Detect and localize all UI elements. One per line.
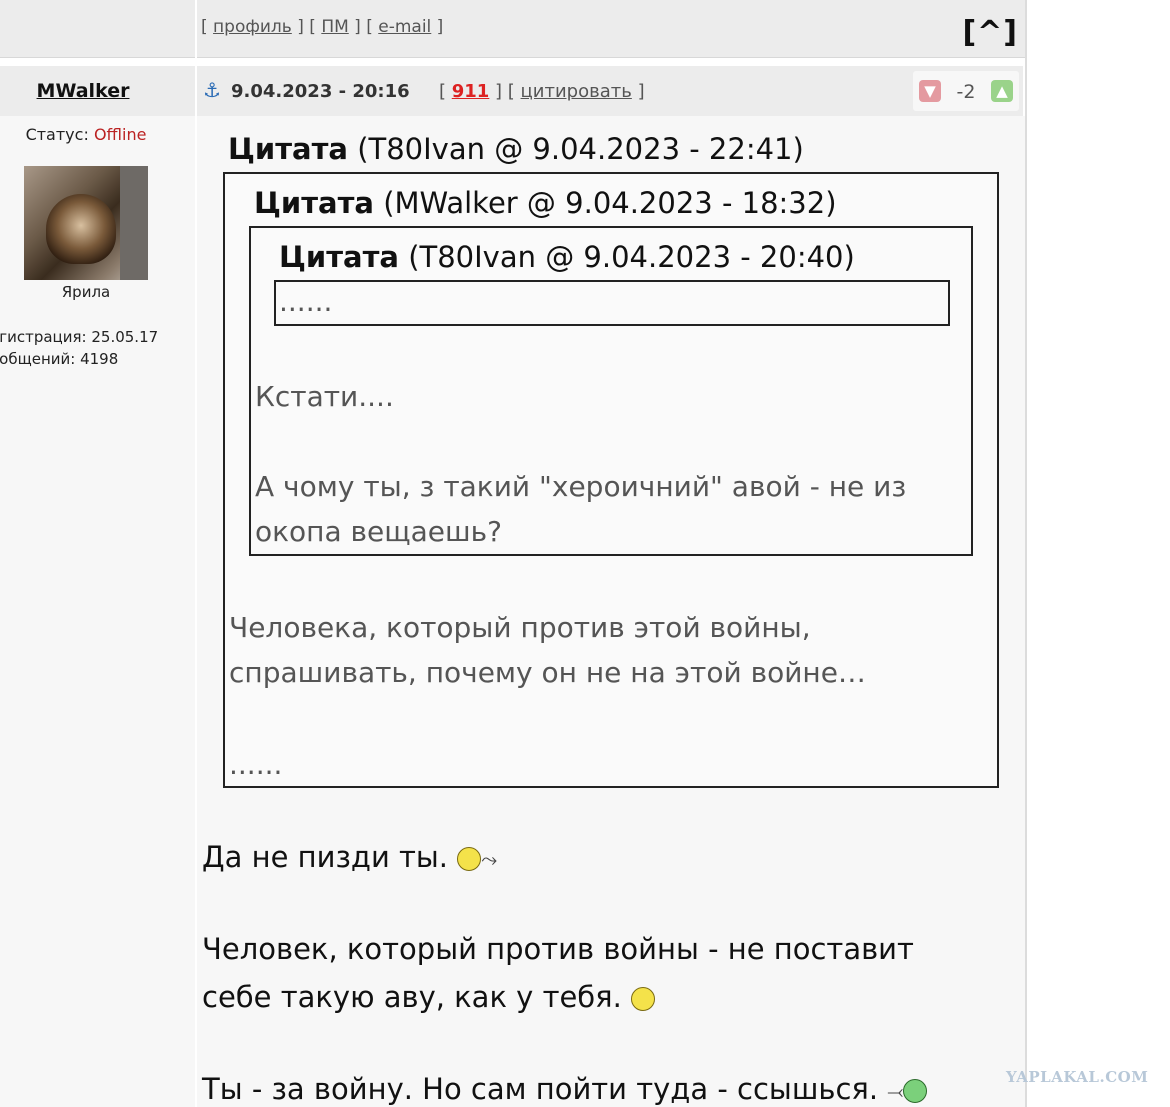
thumb-up-icon[interactable]: ▲ bbox=[991, 80, 1013, 102]
previous-post-sidebar-footer bbox=[0, 0, 195, 58]
author-status: Статус: Offline bbox=[25, 125, 147, 144]
profile-links: [ профиль ] [ ПМ ] [ e-mail ] bbox=[201, 17, 444, 37]
reply-line-1: Да не пизди ты. ⤳ bbox=[202, 840, 498, 874]
post-body: Цитата (T80Ivan @ 9.04.2023 - 22:41) Цит… bbox=[197, 116, 1025, 1107]
author-header: MWalker bbox=[0, 66, 195, 116]
scroll-to-top-button[interactable]: [^] bbox=[962, 15, 1018, 50]
page-right-border bbox=[1025, 0, 1027, 1107]
quote-box-middle: Цитата (T80Ivan @ 9.04.2023 - 20:40) ...… bbox=[249, 226, 973, 556]
quote-outer-line-3: ...... bbox=[229, 748, 283, 781]
smiley-icon bbox=[631, 987, 656, 1011]
status-offline: Offline bbox=[93, 125, 147, 144]
avatar-caption: Ярила bbox=[61, 283, 111, 301]
quote-middle-line-3: окопа вещаешь? bbox=[255, 515, 503, 548]
quote-box-outer: Цитата (MWalker @ 9.04.2023 - 18:32) Цит… bbox=[223, 172, 999, 788]
site-watermark: YAPLAKAL.COM bbox=[1006, 1068, 1149, 1086]
quote-inner-text: ...... bbox=[279, 285, 333, 318]
cite-link[interactable]: цитировать bbox=[521, 81, 632, 102]
author-sidebar: Статус: Offline Ярила егистрация: 25.05.… bbox=[0, 116, 195, 1107]
reply-line-3: себе такую аву, как у тебя. bbox=[202, 980, 656, 1014]
quote-middle-line-2: А чому ты, з такий "хероичний" авой - не… bbox=[255, 470, 907, 503]
author-stats: егистрация: 25.05.17 ообщений: 4198 bbox=[0, 326, 158, 370]
registration-date: егистрация: 25.05.17 bbox=[0, 328, 159, 346]
smiley-icon bbox=[903, 1079, 928, 1103]
rating-widget: ▼ -2 ▲ bbox=[913, 71, 1019, 111]
profile-link[interactable]: профиль bbox=[213, 17, 292, 37]
quote-header-inner: Цитата (T80Ivan @ 9.04.2023 - 20:40) bbox=[279, 240, 855, 274]
smiley-icon bbox=[457, 847, 482, 871]
post-header: ⚓ 9.04.2023 - 20:16 [ 911 ] [ цитировать… bbox=[197, 66, 1023, 116]
author-name-link[interactable]: MWalker bbox=[0, 80, 166, 102]
previous-post-footer: [ профиль ] [ ПМ ] [ e-mail ] [^] bbox=[197, 0, 1026, 58]
quote-header-middle: Цитата (MWalker @ 9.04.2023 - 18:32) bbox=[254, 186, 837, 220]
pm-link[interactable]: ПМ bbox=[321, 17, 348, 37]
quote-header-outer: Цитата (T80Ivan @ 9.04.2023 - 22:41) bbox=[228, 132, 804, 166]
quote-middle-line-1: Кстати.... bbox=[255, 380, 394, 413]
email-link[interactable]: e-mail bbox=[378, 17, 431, 37]
reply-line-2: Человек, который против войны - не поста… bbox=[202, 932, 914, 966]
quote-box-inner: ...... bbox=[274, 280, 950, 326]
post-date: 9.04.2023 - 20:16 bbox=[231, 81, 410, 102]
post-meta: [ 911 ] [ цитировать ] bbox=[439, 81, 645, 102]
quote-outer-line-1: Человека, который против этой войны, bbox=[229, 611, 811, 644]
avatar bbox=[24, 166, 148, 280]
post-number-link[interactable]: 911 bbox=[452, 81, 490, 102]
reply-line-4: Ты - за войну. Но сам пойти туда - ссышь… bbox=[202, 1072, 928, 1106]
anchor-icon[interactable]: ⚓ bbox=[203, 78, 221, 102]
messages-count: ообщений: 4198 bbox=[0, 350, 119, 368]
quote-outer-line-2: спрашивать, почему он не на этой войне… bbox=[229, 656, 866, 689]
